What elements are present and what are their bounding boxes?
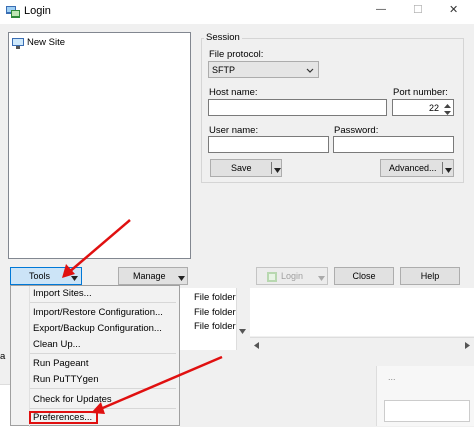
arrow-to-preferences-head — [91, 402, 105, 414]
annotation-arrows — [62, 219, 223, 414]
arrow-to-tools — [67, 219, 131, 274]
arrow-to-preferences — [97, 355, 223, 412]
arrow-to-tools-head — [62, 264, 75, 278]
